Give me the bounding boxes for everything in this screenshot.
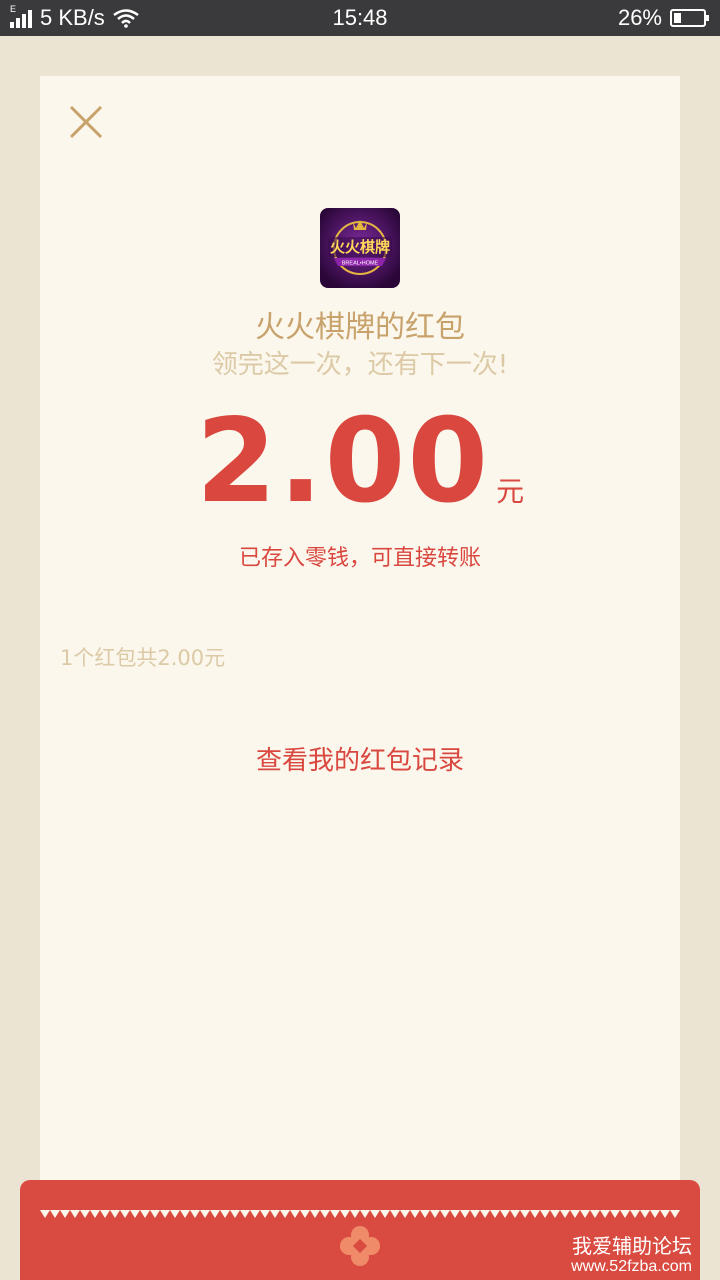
view-records-link[interactable]: 查看我的红包记录 bbox=[40, 740, 680, 777]
close-icon[interactable] bbox=[68, 104, 104, 140]
envelope-bottom: 我爱辅助论坛 www.52fzba.com bbox=[20, 1180, 700, 1280]
flower-icon bbox=[340, 1226, 380, 1266]
amount-unit: 元 bbox=[496, 475, 525, 508]
red-packet-card: 火火棋牌 BREAL•HOME 火火棋牌的红包 领完这一次，还有下一次! 2.0… bbox=[40, 76, 680, 1220]
stored-note: 已存入零钱，可直接转账 bbox=[238, 546, 481, 571]
packet-summary: 1个红包共2.00元 bbox=[60, 646, 226, 670]
clock: 15:48 bbox=[332, 5, 388, 30]
sender-title: 火火棋牌的红包 bbox=[255, 310, 465, 345]
status-bar: E 5 KB/s 15:48 26% bbox=[0, 0, 720, 36]
amount-value: 2.00 bbox=[195, 394, 491, 529]
app-logo-icon: 火火棋牌 BREAL•HOME bbox=[320, 208, 400, 288]
logo-main-text: 火火棋牌 bbox=[330, 238, 390, 256]
logo-sub-text: BREAL•HOME bbox=[342, 261, 379, 267]
watermark-url: www.52fzba.com bbox=[571, 1258, 692, 1276]
watermark: 我爱辅助论坛 www.52fzba.com bbox=[571, 1236, 692, 1276]
greeting-text: 领完这一次，还有下一次! bbox=[211, 350, 509, 380]
battery-percent: 26% bbox=[617, 5, 662, 30]
battery-icon bbox=[670, 9, 709, 27]
card-torn-edge bbox=[40, 1210, 680, 1218]
watermark-title: 我爱辅助论坛 bbox=[572, 1236, 692, 1259]
status-right: 26% bbox=[617, 0, 709, 36]
amount-display: 2.00 元 bbox=[40, 394, 680, 529]
battery-fill bbox=[674, 13, 682, 23]
